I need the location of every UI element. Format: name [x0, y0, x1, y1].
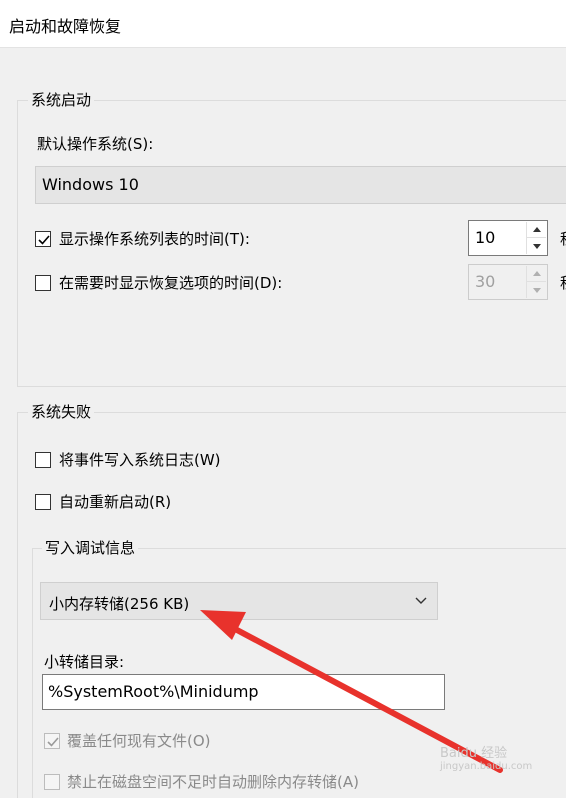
red-arrow-annotation	[200, 610, 503, 773]
watermark-text: Baidu 经验	[440, 746, 508, 761]
watermark: Baidu 经验 jingyan.baidu.com	[440, 742, 532, 772]
watermark-url: jingyan.baidu.com	[440, 761, 533, 772]
